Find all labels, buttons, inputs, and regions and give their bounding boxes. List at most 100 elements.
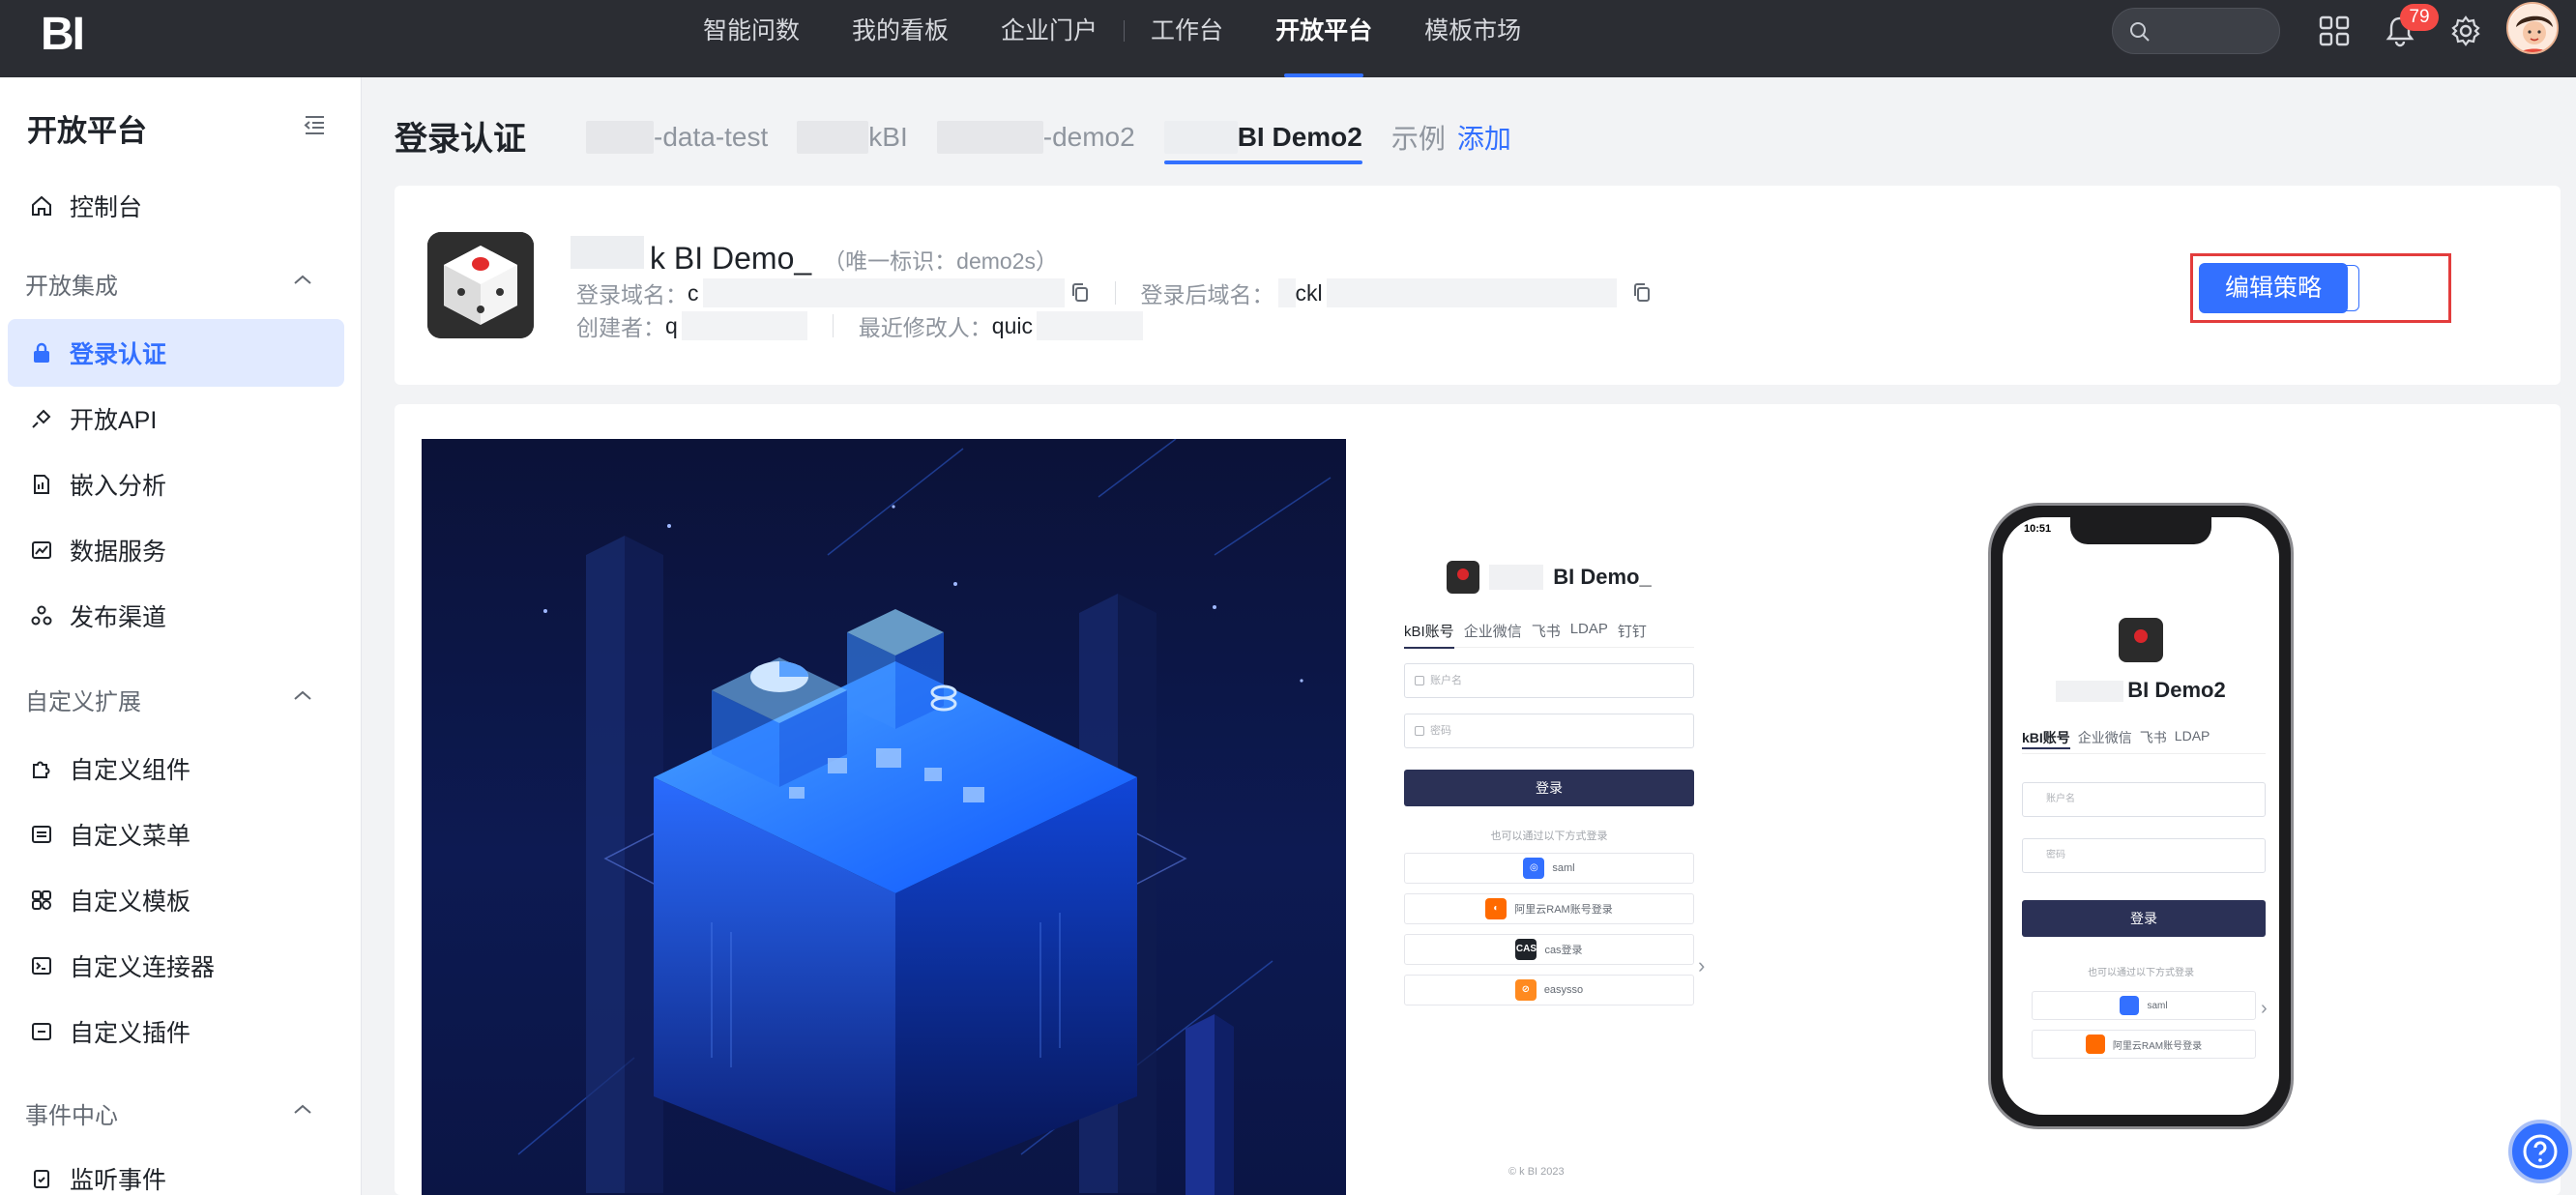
question-icon (2523, 1134, 2558, 1169)
sidebar-item-label: 自定义组件 (70, 757, 191, 784)
sso-easysso-button[interactable]: ⊘ easysso (1404, 975, 1694, 1006)
sidebar-item-custom-menu[interactable]: 自定义菜单 (8, 801, 344, 868)
creator-label: 创建者： (576, 315, 665, 340)
user-avatar[interactable] (2506, 2, 2559, 54)
notification-badge: 79 (2400, 4, 2439, 31)
redacted-mask (2056, 681, 2124, 703)
add-tab-link[interactable]: 添加 (1457, 118, 1511, 157)
sidebar-item-custom-component[interactable]: 自定义组件 (8, 735, 344, 802)
redacted-mask (1277, 278, 1296, 307)
nav-my-dashboards[interactable]: 我的看板 (826, 0, 975, 77)
search-input[interactable] (2112, 8, 2280, 54)
tab-kbi[interactable]: kBI (797, 110, 908, 164)
lock-icon (27, 338, 56, 367)
copy-icon[interactable] (1632, 282, 1652, 304)
sidebar-item-custom-connector[interactable]: 自定义连接器 (8, 932, 344, 1000)
sidebar-item-label: 发布渠道 (70, 604, 167, 631)
sidebar-item-label: 自定义连接器 (70, 954, 216, 981)
redacted-mask (681, 311, 807, 340)
username-field[interactable]: 账户名 (2022, 782, 2266, 817)
sidebar-item-embedded-analysis[interactable]: 嵌入分析 (8, 451, 344, 518)
auth-name-text: k BI Demo_ (650, 241, 812, 276)
tab-data-test[interactable]: -data-test (586, 110, 768, 164)
login-tab-ldap[interactable]: LDAP (2175, 728, 2210, 749)
login-hero-illustration (422, 439, 1346, 1195)
after-login-domain-value: ckl (1295, 279, 1323, 306)
login-tab-dingtalk[interactable]: 钉钉 (1618, 621, 1647, 641)
nav-smart-query[interactable]: 智能问数 (677, 0, 826, 77)
sso-aliyun-ram-button[interactable]: 阿里云RAM账号登录 (2032, 1030, 2256, 1059)
sidebar-item-custom-template[interactable]: 自定义模板 (8, 866, 344, 934)
nav-enterprise-portal[interactable]: 企业门户 (975, 0, 1124, 77)
settings-gear-icon[interactable] (2448, 14, 2483, 48)
sidebar-item-custom-plugin[interactable]: 自定义插件 (8, 998, 344, 1065)
nav-template-market[interactable]: 模板市场 (1398, 0, 1547, 77)
sidebar-item-console[interactable]: 控制台 (8, 172, 344, 240)
sidebar-group-event-center[interactable]: 事件中心 (25, 1096, 118, 1130)
sso-saml-button[interactable]: ◎ saml (1404, 853, 1694, 884)
nav-open-platform[interactable]: 开放平台 (1249, 0, 1398, 77)
redacted-mask (1489, 565, 1544, 590)
login-button[interactable]: 登录 (2022, 900, 2266, 937)
share-nodes-icon (27, 601, 56, 630)
sidebar-group-custom-extension[interactable]: 自定义扩展 (25, 683, 141, 716)
sidebar-item-open-api[interactable]: 开放API (8, 385, 344, 452)
login-tab-feishu[interactable]: 飞书 (1532, 621, 1561, 641)
sso-cas-button[interactable]: CAS cas登录 (1404, 934, 1694, 965)
login-tab-wecom[interactable]: 企业微信 (1464, 621, 1522, 641)
redacted-mask (586, 121, 654, 154)
chevron-up-icon[interactable] (292, 688, 313, 702)
login-tab-account[interactable]: kBI账号 (2022, 728, 2070, 749)
help-button[interactable] (2508, 1120, 2572, 1183)
login-tab-feishu[interactable]: 飞书 (2140, 728, 2167, 749)
app-logo[interactable]: BI (41, 8, 85, 61)
phone-notch (2070, 517, 2211, 544)
copy-icon[interactable] (1070, 282, 1090, 304)
sidebar-group-open-integration[interactable]: 开放集成 (25, 267, 118, 301)
easysso-icon: ⊘ (1514, 979, 1537, 1001)
auth-name: k BI Demo_ （唯一标识：demo2s） (571, 236, 1058, 277)
collapse-sidebar-icon[interactable] (302, 112, 327, 137)
tab-demo2[interactable]: -demo2 (936, 110, 1135, 164)
login-button[interactable]: 登录 (1404, 770, 1694, 806)
sidebar-item-login-auth[interactable]: 登录认证 (8, 319, 344, 387)
chevron-right-icon[interactable]: › (1698, 953, 1705, 978)
login-domain-value: c (688, 279, 699, 306)
sso-label: 阿里云RAM账号登录 (2112, 1040, 2203, 1052)
chevron-up-icon[interactable] (292, 1102, 313, 1116)
password-field[interactable]: 密码 (2022, 838, 2266, 873)
sso-label: cas登录 (1544, 945, 1583, 956)
after-login-domain-label: 登录后域名： (1140, 282, 1274, 307)
nav-workbench[interactable]: 工作台 (1125, 0, 1249, 77)
brand-logo-icon (1447, 561, 1480, 594)
phone-screen: 10:51 BI Demo2 kBI账号 企业微信 飞书 LDAP 账户名 密码… (2003, 517, 2279, 1115)
redacted-mask (797, 121, 869, 154)
chevron-up-icon[interactable] (292, 273, 313, 286)
chevron-right-icon[interactable]: › (2261, 998, 2268, 1020)
sidebar-item-publish-channel[interactable]: 发布渠道 (8, 582, 344, 650)
login-tab-wecom[interactable]: 企业微信 (2078, 728, 2132, 749)
phone-time: 10:51 (2024, 523, 2052, 535)
sidebar-item-label: 控制台 (70, 194, 143, 221)
top-navbar: BI 智能问数 我的看板 企业门户 工作台 开放平台 模板市场 79 (0, 0, 2576, 77)
tab-bi-demo2[interactable]: BI Demo2 (1163, 110, 1362, 164)
sso-label: saml (1552, 862, 1575, 874)
redacted-mask (936, 121, 1043, 154)
login-tab-account[interactable]: kBI账号 (1404, 621, 1454, 649)
redacted-mask (1163, 121, 1238, 154)
menu-list-icon (27, 820, 56, 849)
edit-policy-button[interactable]: 编辑策略 (2199, 263, 2348, 313)
username-field[interactable]: 账户名 (1404, 663, 1694, 698)
sidebar-item-data-service[interactable]: 数据服务 (8, 516, 344, 584)
saml-icon: ◎ (1523, 858, 1545, 879)
login-tab-ldap[interactable]: LDAP (1570, 621, 1608, 641)
sidebar: 开放平台 控制台 开放集成 登录认证 开放API 嵌入分析 数据服务 发布渠道 … (0, 77, 362, 1195)
password-field[interactable]: 密码 (1404, 714, 1694, 748)
sso-aliyun-ram-button[interactable]: ◐ 阿里云RAM账号登录 (1404, 893, 1694, 924)
apps-grid-icon[interactable] (2317, 14, 2352, 48)
sidebar-item-listen-events[interactable]: 监听事件 (8, 1145, 344, 1195)
sso-saml-button[interactable]: saml (2032, 991, 2256, 1020)
desktop-login-brand: BI Demo_ (1404, 561, 1694, 594)
copyright-text: © k BI 2023 (1508, 1166, 1565, 1178)
redacted-mask (702, 278, 1065, 307)
